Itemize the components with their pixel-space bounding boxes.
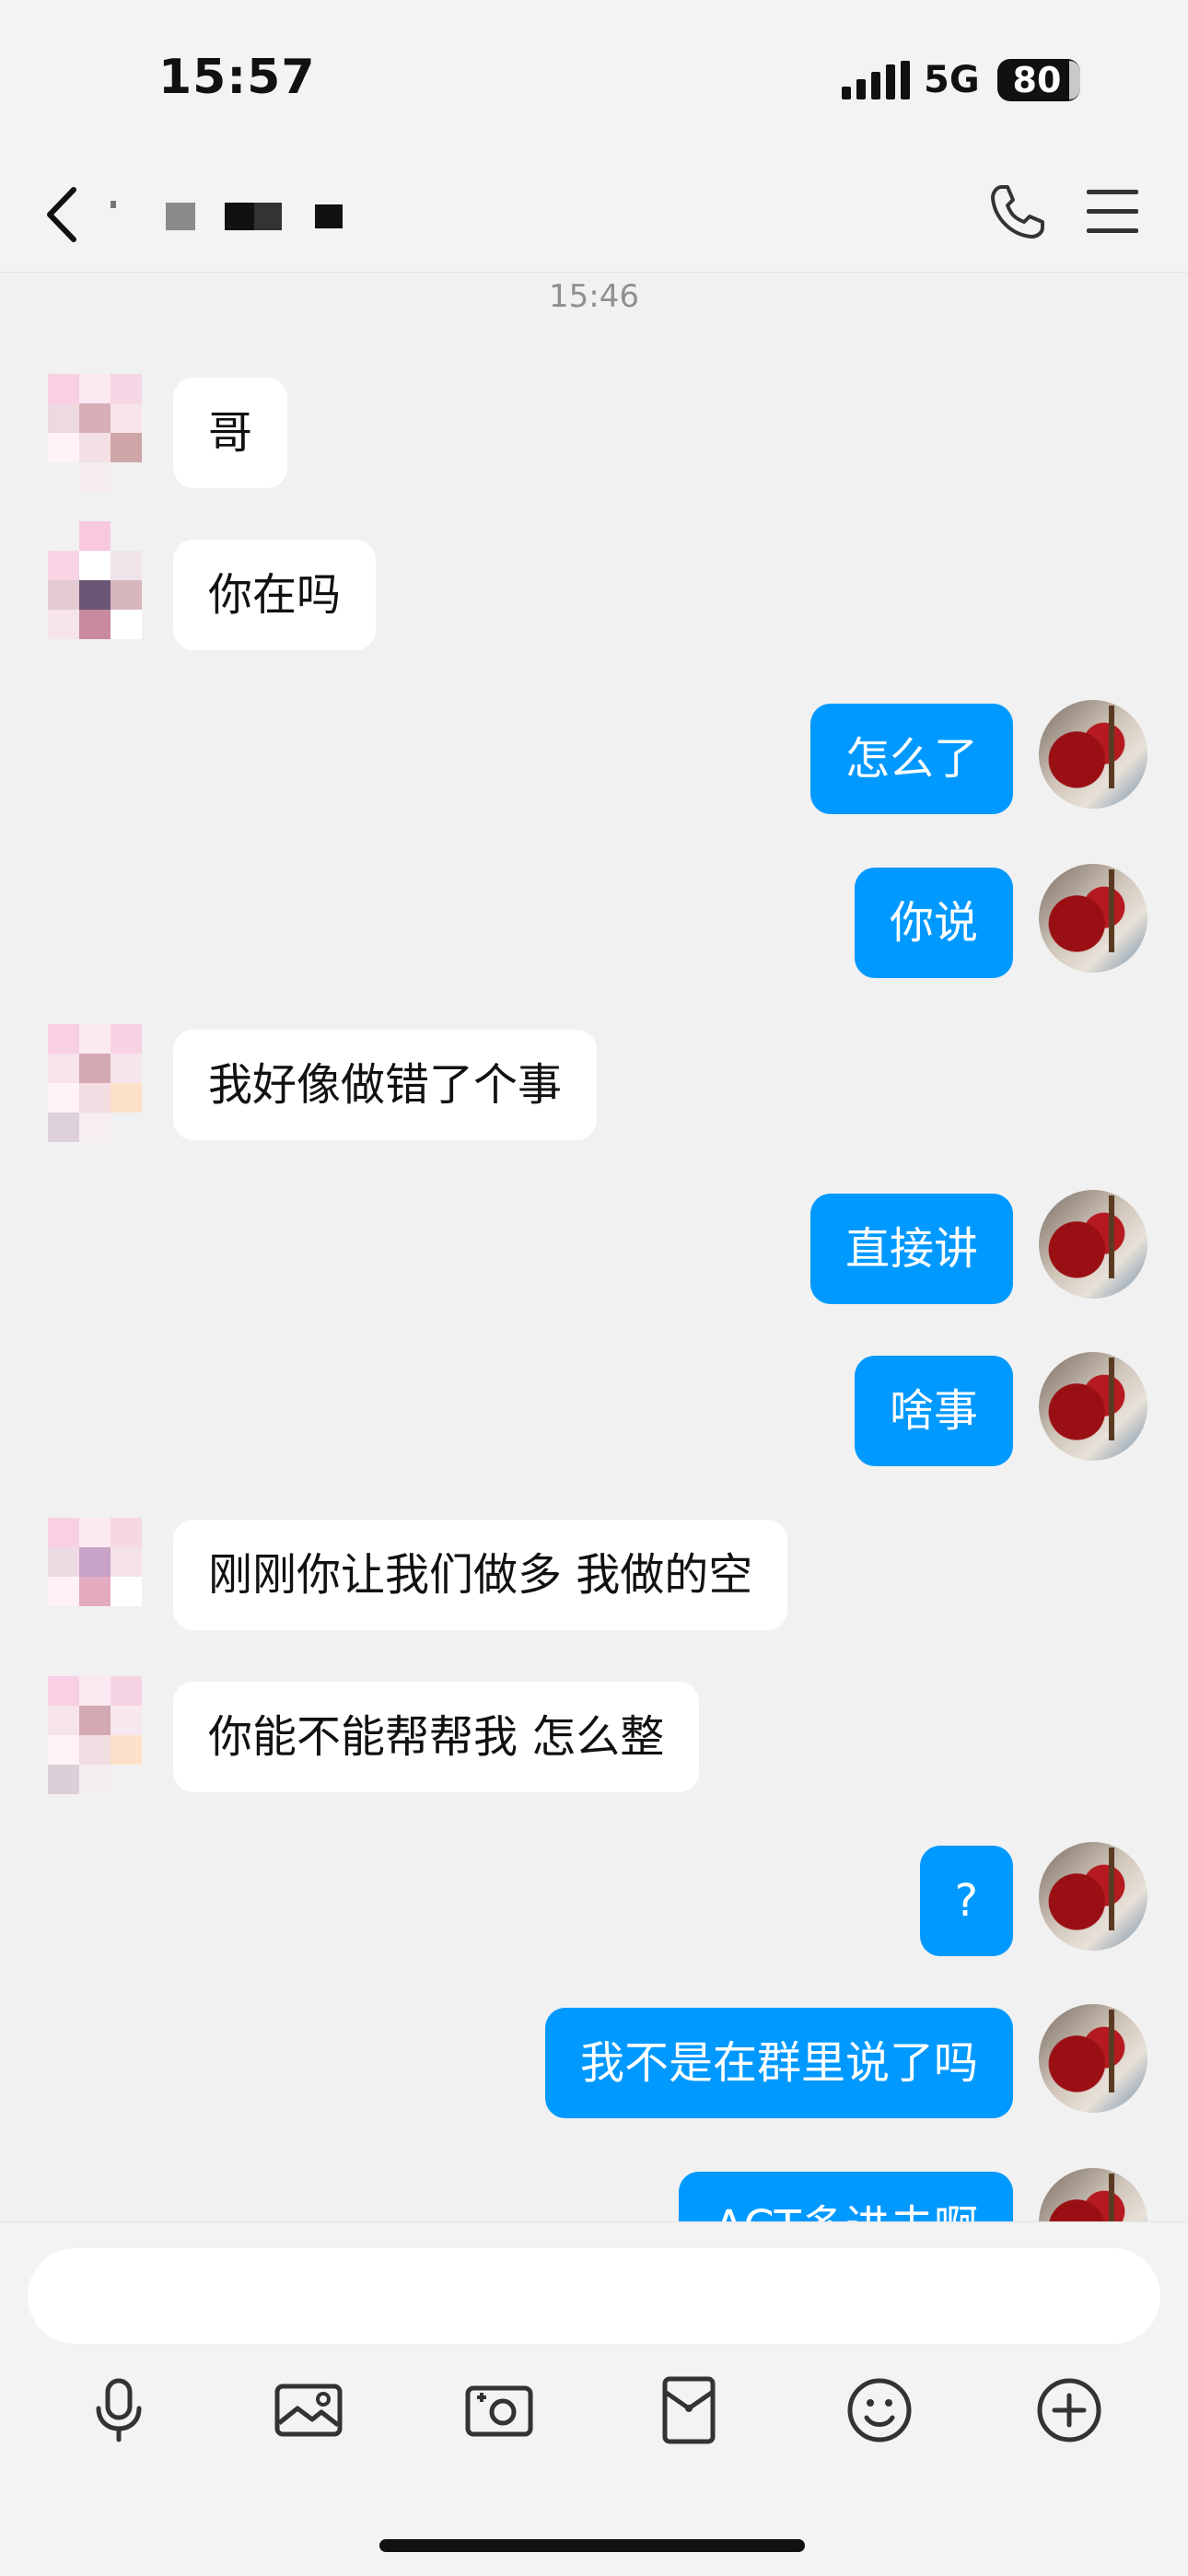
red-packet-icon[interactable] [652, 2373, 726, 2447]
message-bubble-outgoing[interactable]: 我不是在群里说了吗 [544, 2008, 1013, 2118]
contact-avatar-pixelated[interactable] [48, 1024, 144, 1142]
phone-call-icon[interactable] [985, 180, 1050, 244]
message-bubble-outgoing[interactable]: 啥事 [854, 1356, 1013, 1466]
contact-name-redacted[interactable] [109, 193, 348, 239]
message-bubble-outgoing[interactable]: 怎么了 [809, 704, 1013, 814]
image-icon[interactable] [272, 2373, 345, 2447]
message-row-outgoing: 怎么了 [0, 698, 1188, 818]
message-row-incoming: 我好像做错了个事 [0, 1024, 1188, 1144]
message-bubble-incoming[interactable]: 你能不能帮帮我 怎么整 [173, 1682, 700, 1792]
user-avatar[interactable] [1039, 1190, 1147, 1299]
back-icon[interactable] [37, 182, 92, 247]
contact-avatar-pixelated[interactable] [48, 521, 144, 652]
microphone-icon[interactable] [82, 2373, 156, 2447]
contact-avatar-pixelated[interactable] [48, 1676, 144, 1794]
message-input-area [0, 2221, 1188, 2576]
message-row-outgoing: 直接讲 [0, 1188, 1188, 1308]
user-avatar[interactable] [1039, 1842, 1147, 1951]
status-bar: 15:57 5G 80 [0, 0, 1188, 157]
battery-level: 80 [1012, 60, 1062, 100]
message-bubble-outgoing[interactable]: ? [919, 1846, 1013, 1956]
chat-timestamp: 15:46 [549, 278, 639, 315]
home-indicator[interactable] [379, 2539, 805, 2552]
camera-icon[interactable] [462, 2373, 536, 2447]
user-avatar[interactable] [1039, 2004, 1147, 2113]
chat-header [0, 157, 1188, 273]
message-row-outgoing: 我不是在群里说了吗 [0, 2002, 1188, 2122]
message-bubble-incoming[interactable]: 哥 [173, 378, 288, 488]
message-row-outgoing: 你说 [0, 862, 1188, 982]
network-type: 5G [924, 59, 980, 101]
message-bubble-incoming[interactable]: 我好像做错了个事 [173, 1030, 598, 1140]
contact-avatar-pixelated[interactable] [48, 1514, 144, 1632]
user-avatar[interactable] [1039, 1352, 1147, 1461]
menu-icon[interactable] [1085, 186, 1140, 238]
message-bubble-incoming[interactable]: 你在吗 [173, 540, 377, 650]
message-row-incoming: 刚刚你让我们做多 我做的空 [0, 1514, 1188, 1634]
contact-avatar-pixelated[interactable] [48, 372, 144, 492]
plus-icon[interactable] [1032, 2373, 1106, 2447]
message-bubble-outgoing[interactable]: 直接讲 [809, 1194, 1013, 1304]
cellular-signal-icon [842, 61, 910, 99]
message-input[interactable] [28, 2248, 1160, 2344]
status-time: 15:57 [158, 50, 316, 105]
message-bubble-outgoing[interactable]: 你说 [854, 868, 1013, 978]
message-row-incoming: 哥 [0, 372, 1188, 492]
message-row-outgoing: ? [0, 1840, 1188, 1960]
message-row-incoming: 你能不能帮帮我 怎么整 [0, 1676, 1188, 1796]
message-bubble-incoming[interactable]: 刚刚你让我们做多 我做的空 [173, 1520, 788, 1630]
emoji-icon[interactable] [843, 2373, 916, 2447]
battery-tip [1069, 61, 1080, 99]
user-avatar[interactable] [1039, 700, 1147, 809]
message-row-incoming: 你在吗 [0, 521, 1188, 654]
message-row-outgoing: 啥事 [0, 1350, 1188, 1470]
user-avatar[interactable] [1039, 864, 1147, 973]
